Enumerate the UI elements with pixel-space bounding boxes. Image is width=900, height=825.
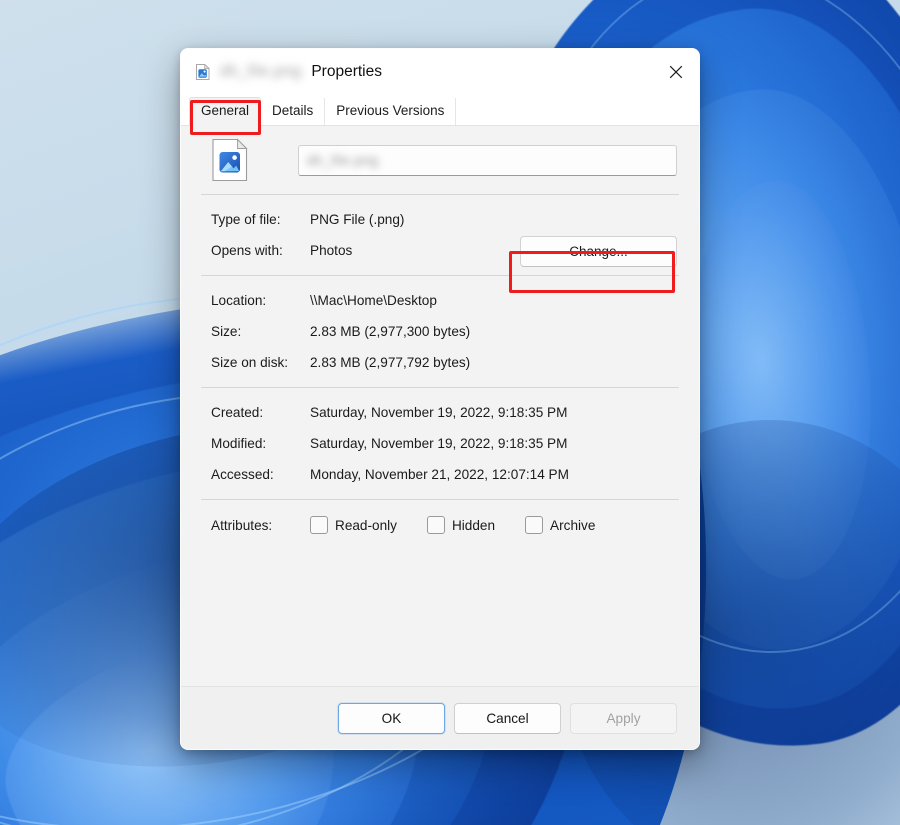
value-type-of-file: PNG File (.png) — [310, 212, 404, 227]
checkbox-box-read-only[interactable] — [310, 516, 328, 534]
label-accessed: Accessed: — [203, 467, 310, 482]
dialog-titlebar: dh_file.png Properties — [181, 49, 699, 94]
row-opens-with: Opens with: Photos Change... — [203, 235, 677, 266]
file-size-section: Location: \\Mac\Home\Desktop Size: 2.83 … — [203, 276, 677, 387]
value-size: 2.83 MB (2,977,300 bytes) — [310, 324, 470, 339]
row-attributes: Attributes: Read-only Hidden Archive — [203, 509, 677, 541]
apply-button: Apply — [570, 703, 677, 734]
change-button[interactable]: Change... — [520, 236, 677, 267]
label-type-of-file: Type of file: — [203, 212, 310, 227]
checkbox-box-archive[interactable] — [525, 516, 543, 534]
ok-button[interactable]: OK — [338, 703, 445, 734]
file-attributes-section: Attributes: Read-only Hidden Archive — [203, 500, 677, 550]
checkbox-label-hidden: Hidden — [452, 518, 495, 533]
label-attributes: Attributes: — [203, 518, 310, 533]
cancel-button[interactable]: Cancel — [454, 703, 561, 734]
checkbox-label-archive: Archive — [550, 518, 595, 533]
titlebar-properties-label: Properties — [311, 63, 382, 81]
value-opens-with: Photos — [310, 243, 352, 258]
file-dates-section: Created: Saturday, November 19, 2022, 9:… — [203, 388, 677, 499]
row-size-on-disk: Size on disk: 2.83 MB (2,977,792 bytes) — [203, 347, 677, 378]
checkbox-read-only[interactable]: Read-only — [310, 516, 397, 534]
label-created: Created: — [203, 405, 310, 420]
filename-value-blurred: dh_file.png — [307, 153, 379, 168]
checkbox-box-hidden[interactable] — [427, 516, 445, 534]
tab-general[interactable]: General — [189, 97, 261, 126]
row-type-of-file: Type of file: PNG File (.png) — [203, 204, 677, 235]
checkbox-hidden[interactable]: Hidden — [427, 516, 495, 534]
file-type-section: Type of file: PNG File (.png) Opens with… — [203, 195, 677, 275]
label-modified: Modified: — [203, 436, 310, 451]
label-size: Size: — [203, 324, 310, 339]
file-header-row: dh_file.png — [203, 126, 677, 194]
checkbox-archive[interactable]: Archive — [525, 516, 595, 534]
value-accessed: Monday, November 21, 2022, 12:07:14 PM — [310, 467, 569, 482]
value-modified: Saturday, November 19, 2022, 9:18:35 PM — [310, 436, 567, 451]
row-location: Location: \\Mac\Home\Desktop — [203, 285, 677, 316]
png-file-icon — [194, 63, 212, 81]
label-opens-with: Opens with: — [203, 243, 310, 258]
tab-previous-versions[interactable]: Previous Versions — [325, 98, 456, 125]
tab-strip: General Details Previous Versions — [181, 94, 699, 126]
dialog-footer: OK Cancel Apply — [181, 686, 699, 749]
row-accessed: Accessed: Monday, November 21, 2022, 12:… — [203, 459, 677, 490]
file-properties-dialog: dh_file.png Properties General Details P… — [180, 48, 700, 750]
value-created: Saturday, November 19, 2022, 9:18:35 PM — [310, 405, 567, 420]
value-location: \\Mac\Home\Desktop — [310, 293, 437, 308]
tab-details[interactable]: Details — [261, 98, 325, 125]
row-created: Created: Saturday, November 19, 2022, 9:… — [203, 397, 677, 428]
titlebar-filename-blurred: dh_file.png — [220, 63, 301, 81]
value-size-on-disk: 2.83 MB (2,977,792 bytes) — [310, 355, 470, 370]
label-size-on-disk: Size on disk: — [203, 355, 310, 370]
png-image-file-icon — [211, 138, 249, 182]
row-modified: Modified: Saturday, November 19, 2022, 9… — [203, 428, 677, 459]
dialog-title: dh_file.png Properties — [220, 63, 382, 81]
filename-input[interactable]: dh_file.png — [298, 145, 677, 176]
close-icon[interactable] — [653, 49, 699, 94]
label-location: Location: — [203, 293, 310, 308]
general-tab-panel: dh_file.png Type of file: PNG File (.png… — [181, 126, 699, 686]
checkbox-label-read-only: Read-only — [335, 518, 397, 533]
row-size: Size: 2.83 MB (2,977,300 bytes) — [203, 316, 677, 347]
